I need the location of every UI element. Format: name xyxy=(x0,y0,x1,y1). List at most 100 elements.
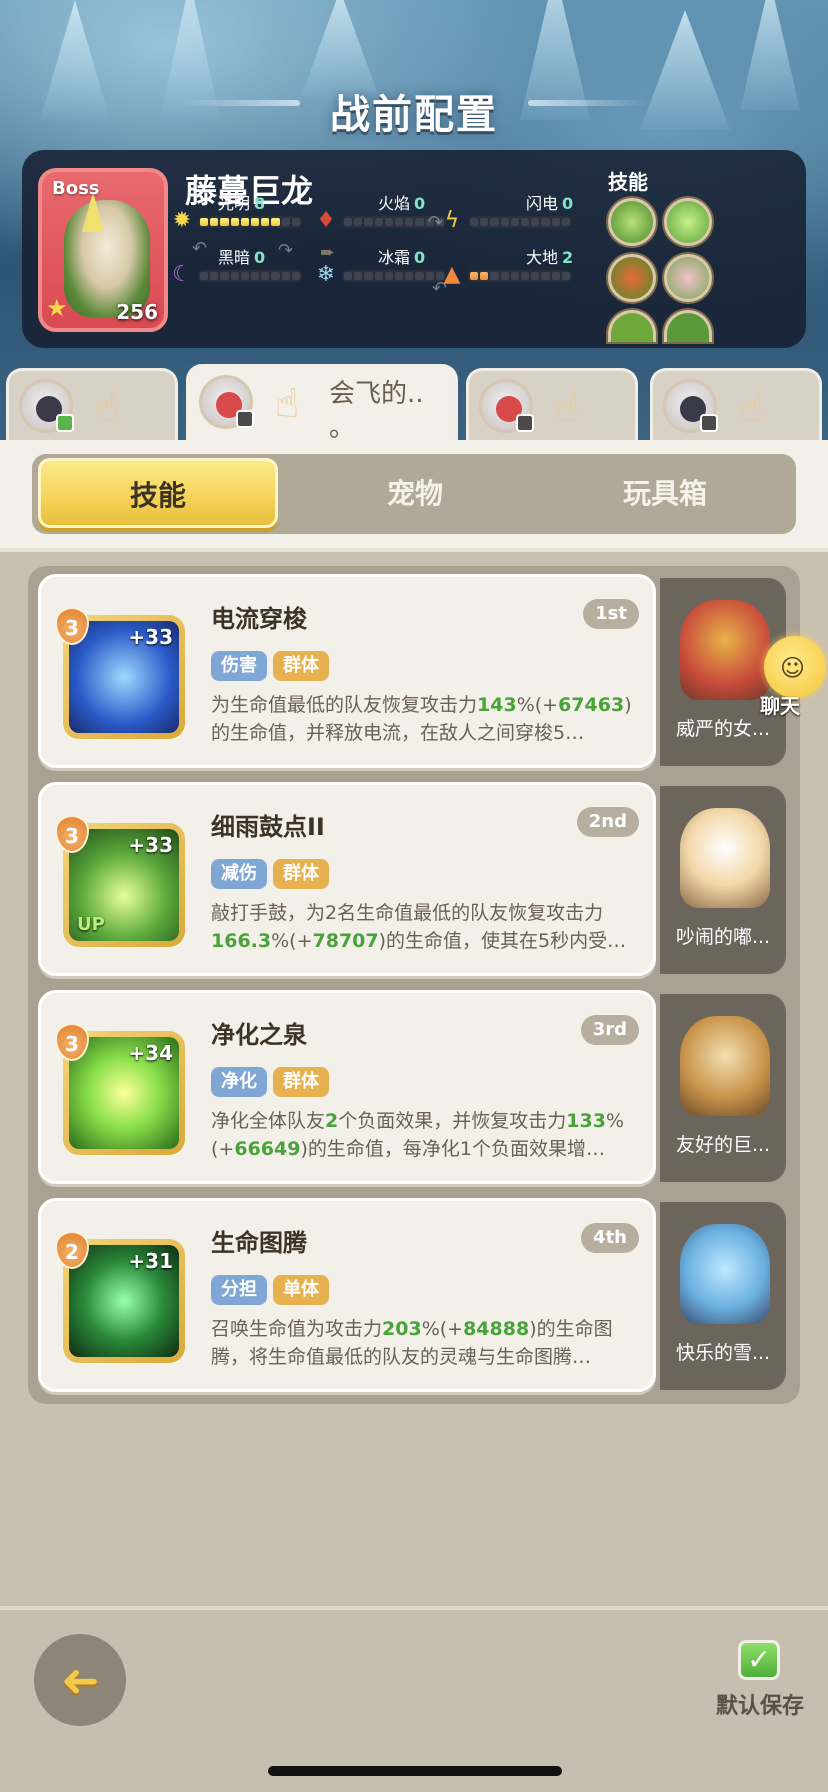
element-label: 黑暗 xyxy=(218,248,251,267)
bar-segment xyxy=(344,218,353,226)
pet-card[interactable]: 友好的巨... xyxy=(660,994,786,1182)
team-tab-2[interactable]: ☝ 会飞的..。 xyxy=(186,364,458,444)
bar-segment xyxy=(480,218,489,226)
pet-image xyxy=(680,1016,770,1116)
bar-segment xyxy=(251,272,260,280)
gamepad-badge-icon xyxy=(700,414,718,432)
skill-name: 生命图腾 xyxy=(211,1229,307,1257)
pointing-hand-icon: ☝ xyxy=(95,385,120,431)
cycle-arrow-icon: ➨ xyxy=(320,242,336,263)
pet-name: 快乐的雪... xyxy=(675,1342,771,1364)
pet-avatar xyxy=(199,375,254,429)
rank-badge: 2nd xyxy=(576,807,639,837)
rank-badge: 3rd xyxy=(580,1015,639,1045)
smiley-icon: ☺ xyxy=(780,654,806,682)
bar-segment xyxy=(415,272,424,280)
rank-badge: 4th xyxy=(581,1223,639,1253)
cycle-arrow-icon: ↶ xyxy=(192,238,208,259)
skill-card[interactable]: +33 UP 3 细雨鼓点II 2nd 减伤 群体 敲打手鼓，为2名生命值最低的… xyxy=(38,782,656,976)
default-save-label: 默认保存 xyxy=(716,1694,805,1719)
bar-segment xyxy=(470,272,479,280)
bar-segment xyxy=(490,272,499,280)
bar-segment xyxy=(364,218,373,226)
skill-tag: 群体 xyxy=(273,1067,329,1097)
bar-segment xyxy=(531,218,540,226)
bar-segment xyxy=(521,272,530,280)
boss-skill-icon[interactable] xyxy=(608,198,656,246)
segment-control: 技能 宠物 玩具箱 xyxy=(32,454,796,534)
bar-segment xyxy=(281,272,290,280)
cycle-arrow-icon: ↷ xyxy=(428,212,444,233)
pet-card[interactable]: 吵闹的嘟... xyxy=(660,786,786,974)
default-save-checkbox[interactable]: ✓ xyxy=(738,1640,780,1680)
skill-plus-level: +33 xyxy=(128,833,173,857)
bar-segment xyxy=(240,272,250,280)
bar-segment xyxy=(561,218,571,226)
skill-tag: 群体 xyxy=(273,651,329,681)
element-value: 2 xyxy=(562,248,574,267)
bar-segment xyxy=(200,272,209,280)
boss-skill-icon[interactable] xyxy=(608,254,656,302)
bar-segment xyxy=(210,272,219,280)
back-button[interactable]: ➜ xyxy=(34,1634,126,1726)
bar-segment xyxy=(510,218,520,226)
bar-segment xyxy=(251,218,260,226)
pet-avatar xyxy=(663,379,718,433)
skill-name: 细雨鼓点II xyxy=(211,813,325,841)
boss-skill-icon[interactable] xyxy=(664,198,712,246)
element-label: 大地 xyxy=(526,248,559,267)
chat-button[interactable]: ☺ xyxy=(764,636,826,698)
star-icon: ★ xyxy=(46,294,68,322)
team-tab-4[interactable]: ☝ xyxy=(650,368,822,440)
bar-segment xyxy=(230,272,239,280)
bar-segment xyxy=(521,218,530,226)
skill-description: 敲打手鼓，为2名生命值最低的队友恢复攻击力166.3%(+78707)的生命值，… xyxy=(211,902,627,952)
page-title: 战前配置 xyxy=(330,92,498,138)
pet-avatar xyxy=(479,379,534,433)
bar-segment xyxy=(541,218,550,226)
bar-segment xyxy=(480,272,489,280)
bar-segment xyxy=(470,218,479,226)
skill-description: 召唤生命值为攻击力203%(+84888)的生命图腾，将生命值最低的队友的灵魂与… xyxy=(211,1318,613,1368)
pet-image xyxy=(680,808,770,908)
bar-segment xyxy=(541,272,550,280)
sun-icon: ✹ xyxy=(172,208,192,233)
bar-segment xyxy=(551,218,560,226)
cycle-arrow-icon: ↶ xyxy=(432,278,448,299)
pet-image xyxy=(680,600,770,700)
bar-segment xyxy=(281,218,290,226)
pet-name: 吵闹的嘟... xyxy=(675,926,771,948)
skill-card[interactable]: +34 3 净化之泉 3rd 净化 群体 净化全体队友2个负面效果，并恢复攻击力… xyxy=(38,990,656,1184)
bar-segment xyxy=(395,218,404,226)
skill-card[interactable]: +33 3 电流穿梭 1st 伤害 群体 为生命值最低的队友恢复攻击力143%(… xyxy=(38,574,656,768)
skill-plus-level: +33 xyxy=(128,625,173,649)
bar-segment xyxy=(405,218,414,226)
cycle-arrow-icon: ↷ xyxy=(278,240,294,261)
skill-card[interactable]: +31 2 生命图腾 4th 分担 单体 召唤生命值为攻击力203%(+8488… xyxy=(38,1198,656,1392)
bar-segment xyxy=(354,272,363,280)
skill-up-label: UP xyxy=(77,914,105,935)
bar-segment xyxy=(374,272,383,280)
bar-segment xyxy=(271,272,280,280)
bar-segment xyxy=(261,218,270,226)
boss-skill-icon[interactable] xyxy=(608,310,656,342)
skill-tag: 群体 xyxy=(273,859,329,889)
team-tab-3[interactable]: ☝ xyxy=(466,368,638,440)
divider xyxy=(0,548,828,552)
element-label: 闪电 xyxy=(526,194,559,213)
tab-toybox[interactable]: 玩具箱 xyxy=(540,454,790,534)
boss-skill-icon[interactable] xyxy=(664,310,712,342)
bar-segment xyxy=(364,272,373,280)
bar-segment xyxy=(510,272,520,280)
skill-tag: 单体 xyxy=(273,1275,329,1305)
element-light: 光明 8 ✹ xyxy=(170,190,320,234)
team-tab-1[interactable]: ☝ xyxy=(6,368,178,440)
bar-segment xyxy=(291,272,301,280)
pet-card[interactable]: 快乐的雪... xyxy=(660,1202,786,1390)
tab-skills[interactable]: 技能 xyxy=(38,458,278,528)
boss-skill-icon[interactable] xyxy=(664,254,712,302)
boss-portrait[interactable]: Boss ★ 256 xyxy=(38,168,168,332)
element-value: 0 xyxy=(414,194,426,213)
skill-description: 为生命值最低的队友恢复攻击力143%(+67463)的生命值，并释放电流，在敌人… xyxy=(211,694,632,744)
tab-pets[interactable]: 宠物 xyxy=(290,454,540,534)
